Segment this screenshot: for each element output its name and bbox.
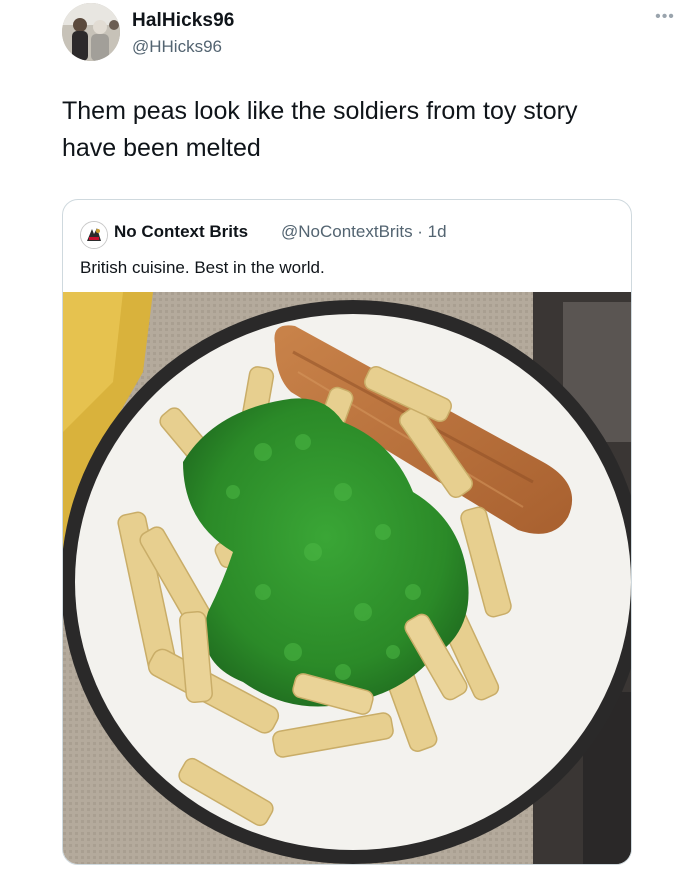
ellipsis-icon[interactable]: ••• <box>650 9 680 29</box>
tweet-header: HalHicks96 @HHicks96 ••• <box>62 3 680 63</box>
avatar-photo <box>62 3 120 61</box>
tweet-text: Them peas look like the soldiers from to… <box>62 97 578 162</box>
quote-avatar[interactable] <box>80 221 108 249</box>
quote-avatar-logo <box>81 222 107 248</box>
quoted-tweet-card[interactable]: No Context Brits @NoContextBrits · 1d Br… <box>62 199 632 865</box>
display-name[interactable]: HalHicks96 <box>132 10 234 32</box>
quote-photo[interactable] <box>63 292 631 864</box>
quote-author[interactable]: No Context Brits <box>114 222 248 242</box>
handle[interactable]: @HHicks96 <box>132 37 222 57</box>
quote-meta[interactable]: @NoContextBrits · 1d <box>281 222 447 242</box>
avatar[interactable] <box>62 3 120 61</box>
food-photo <box>63 292 631 864</box>
quote-text: British cuisine. Best in the world. <box>80 258 325 277</box>
